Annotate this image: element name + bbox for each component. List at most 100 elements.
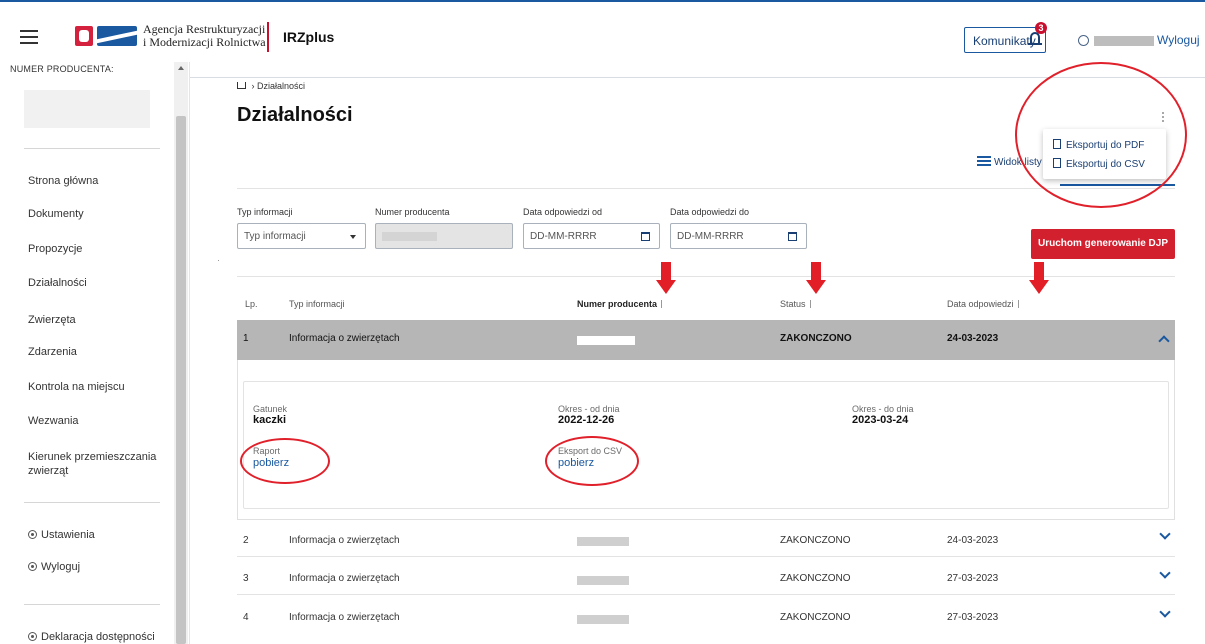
column-header-status-label: Status [780, 299, 806, 309]
row-type: Informacja o zwierzętach [289, 573, 400, 584]
sidebar-item-home[interactable]: Strona główna [28, 174, 168, 188]
species-label: Gatunek [253, 404, 288, 414]
logout-label: Wyloguj [41, 561, 81, 573]
scroll-up-arrow-icon[interactable] [178, 66, 184, 70]
producer-number-label: NUMER PRODUCENTA: [10, 64, 114, 74]
sidebar-item-summons[interactable]: Wezwania [28, 414, 168, 428]
sidebar-item-settings[interactable]: Ustawienia [28, 528, 168, 542]
column-header-producer[interactable]: Numer producenta [577, 299, 665, 309]
user-icon [1078, 35, 1089, 46]
sidebar-divider [24, 148, 160, 149]
sidebar-item-events[interactable]: Zdarzenia [28, 345, 168, 359]
sidebar-divider [24, 604, 160, 605]
sidebar-item-animals[interactable]: Zwierzęta [28, 313, 168, 327]
filter-date-to-label: Data odpowiedzi do [670, 207, 750, 217]
period-to-label: Okres - do dnia [852, 404, 914, 414]
sidebar-item-proposals[interactable]: Propozycje [28, 242, 168, 256]
annotation-circle-export [1015, 62, 1187, 208]
row-date: 27-03-2023 [947, 573, 999, 584]
column-header-date-label: Data odpowiedzi [947, 299, 1014, 309]
producer-number-redacted [577, 615, 629, 624]
chevron-down-icon[interactable] [1159, 606, 1171, 618]
filter-type-value: Typ informacji [244, 231, 306, 242]
user-icon [28, 562, 37, 571]
sidebar-item-activities[interactable]: Działalności [28, 276, 168, 290]
row-lp: 1 [243, 333, 249, 344]
breadcrumb: › Działalności [237, 81, 305, 91]
producer-number-redacted [577, 576, 629, 585]
period-from-label: Okres - od dnia [558, 404, 620, 414]
species-value: kaczki [253, 414, 287, 426]
column-header-type: Typ informacji [289, 299, 345, 309]
sort-icon[interactable] [1015, 300, 1021, 308]
app-name: IRZplus [283, 29, 335, 45]
sidebar-item-accessibility[interactable]: Deklaracja dostępności [28, 630, 168, 644]
settings-label: Ustawienia [41, 529, 95, 541]
chevron-down-icon[interactable] [1159, 567, 1171, 579]
page-title: Działalności [237, 104, 353, 126]
sidebar: NUMER PRODUCENTA: Strona główna Dokument… [0, 62, 190, 644]
annotation-arrow-status [806, 262, 826, 296]
notification-count-badge: 3 [1035, 22, 1047, 34]
sidebar-item-logout[interactable]: Wyloguj [28, 560, 168, 574]
gear-icon [28, 632, 37, 641]
row-detail-card [243, 381, 1169, 509]
row-lp: 3 [243, 573, 249, 584]
sort-icon[interactable] [659, 300, 665, 308]
row-date: 27-03-2023 [947, 612, 999, 623]
accessibility-label: Deklaracja dostępności [41, 631, 155, 643]
producer-number-redacted [382, 232, 437, 241]
breadcrumb-separator-icon: › [251, 81, 255, 91]
filter-type-label: Typ informacji [237, 207, 293, 217]
poland-emblem-icon [75, 26, 93, 46]
filter-date-to-placeholder: DD-MM-RRRR [677, 231, 744, 242]
generate-djp-button[interactable]: Uruchom generowanie DJP [1031, 229, 1175, 259]
row-date: 24-03-2023 [947, 535, 999, 546]
column-header-producer-label: Numer producenta [577, 299, 658, 309]
hamburger-menu-icon[interactable] [20, 30, 38, 44]
gear-icon [28, 530, 37, 539]
sidebar-item-movement-direction[interactable]: Kierunek przemieszczania zwierząt [28, 450, 168, 478]
sort-icon[interactable] [807, 300, 813, 308]
list-view-icon [977, 156, 991, 166]
filter-date-from-placeholder: DD-MM-RRRR [530, 231, 597, 242]
annotation-arrow-producer [656, 262, 676, 296]
filter-producer-label: Numer producenta [375, 207, 450, 217]
annotation-circle-csv [545, 436, 639, 486]
row-divider [237, 594, 1175, 595]
logout-link[interactable]: Wyloguj [1157, 33, 1200, 47]
decorative-dot [218, 260, 219, 261]
column-header-date[interactable]: Data odpowiedzi [947, 299, 1021, 309]
row-status: ZAKONCZONO [780, 333, 852, 344]
filter-type-select[interactable]: Typ informacji [237, 223, 366, 249]
agency-name-line2: i Modernizacji Rolnictwa [143, 35, 266, 49]
breadcrumb-current: Działalności [257, 81, 306, 91]
row-lp: 2 [243, 535, 249, 546]
sidebar-item-documents[interactable]: Dokumenty [28, 207, 168, 221]
home-icon[interactable] [237, 82, 246, 89]
row-type: Informacja o zwierzętach [289, 333, 400, 344]
table-row[interactable]: 1 Informacja o zwierzętach ZAKONCZONO 24… [237, 320, 1175, 360]
filter-date-from-label: Data odpowiedzi od [523, 207, 603, 217]
row-divider [237, 556, 1175, 557]
calendar-icon[interactable] [641, 232, 650, 241]
calendar-icon[interactable] [788, 232, 797, 241]
row-type: Informacja o zwierzętach [289, 612, 400, 623]
producer-number-redacted [577, 537, 629, 546]
sidebar-item-inspection[interactable]: Kontrola na miejscu [28, 380, 168, 394]
chevron-up-icon[interactable] [1158, 335, 1170, 347]
row-date: 24-03-2023 [947, 333, 999, 344]
period-from-value: 2022-12-26 [558, 414, 615, 426]
sidebar-scrollbar-thumb[interactable] [176, 116, 186, 644]
filter-date-from-input[interactable]: DD-MM-RRRR [523, 223, 660, 249]
column-header-status[interactable]: Status [780, 299, 813, 309]
row-status: ZAKONCZONO [780, 573, 851, 584]
sidebar-divider [24, 502, 160, 503]
row-status: ZAKONCZONO [780, 535, 851, 546]
filter-producer-field [375, 223, 513, 249]
column-header-lp: Lp. [245, 299, 258, 309]
row-status: ZAKONCZONO [780, 612, 851, 623]
chevron-down-icon[interactable] [1159, 528, 1171, 540]
filter-date-to-input[interactable]: DD-MM-RRRR [670, 223, 807, 249]
agency-name: Agencja Restrukturyzacji i Modernizacji … [143, 23, 266, 49]
